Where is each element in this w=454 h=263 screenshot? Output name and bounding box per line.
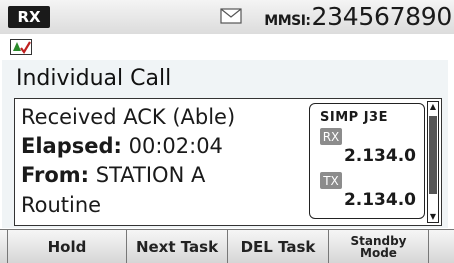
rx-badge: RX bbox=[8, 6, 50, 28]
tx-frequency: 2.134.0 bbox=[343, 190, 416, 210]
mode-label: SIMP J3E bbox=[320, 110, 388, 125]
priority-line: Routine bbox=[21, 193, 102, 217]
from-label: From: bbox=[21, 163, 90, 187]
envelope-icon bbox=[220, 8, 242, 28]
standby-mode-button[interactable]: Standby Mode bbox=[329, 230, 429, 263]
frequency-box: SIMP J3E RX 2.134.0 TX 2.134.0 bbox=[309, 103, 425, 219]
elapsed-label: Elapsed: bbox=[21, 134, 122, 158]
status-line: Received ACK (Able) bbox=[21, 105, 236, 129]
del-task-button[interactable]: DEL Task bbox=[228, 230, 329, 263]
call-details-box: Received ACK (Able) Elapsed: 00:02:04 Fr… bbox=[14, 98, 442, 226]
from-line: From: STATION A bbox=[21, 163, 205, 187]
icon-bar bbox=[0, 34, 454, 60]
mmsi-display: MMSI: 234567890 bbox=[264, 2, 452, 32]
status-bar: RX MMSI: 234567890 bbox=[0, 0, 454, 34]
next-task-button[interactable]: Next Task bbox=[127, 230, 228, 263]
elapsed-value: 00:02:04 bbox=[121, 134, 223, 158]
rx-tag: RX bbox=[320, 128, 342, 145]
softkey-spacer bbox=[0, 230, 8, 263]
scroll-up-arrow-icon[interactable]: ▲ bbox=[428, 102, 438, 112]
mmsi-label: MMSI: bbox=[264, 13, 311, 29]
call-panel: Individual Call Received ACK (Able) Elap… bbox=[2, 60, 448, 228]
screen-title: Individual Call bbox=[16, 66, 172, 91]
scroll-thumb[interactable] bbox=[429, 116, 437, 194]
dsc-status-icon bbox=[10, 39, 32, 59]
from-value: STATION A bbox=[89, 163, 206, 187]
scrollbar[interactable]: ▲ ▼ bbox=[427, 101, 439, 223]
mmsi-value: 234567890 bbox=[311, 2, 453, 31]
scroll-down-arrow-icon[interactable]: ▼ bbox=[428, 212, 438, 222]
hold-button[interactable]: Hold bbox=[8, 230, 127, 263]
elapsed-line: Elapsed: 00:02:04 bbox=[21, 134, 223, 158]
tx-tag: TX bbox=[320, 172, 342, 189]
softkey-spacer-right bbox=[429, 230, 454, 263]
softkey-bar: Hold Next Task DEL Task Standby Mode bbox=[0, 229, 454, 263]
rx-frequency: 2.134.0 bbox=[343, 146, 416, 166]
